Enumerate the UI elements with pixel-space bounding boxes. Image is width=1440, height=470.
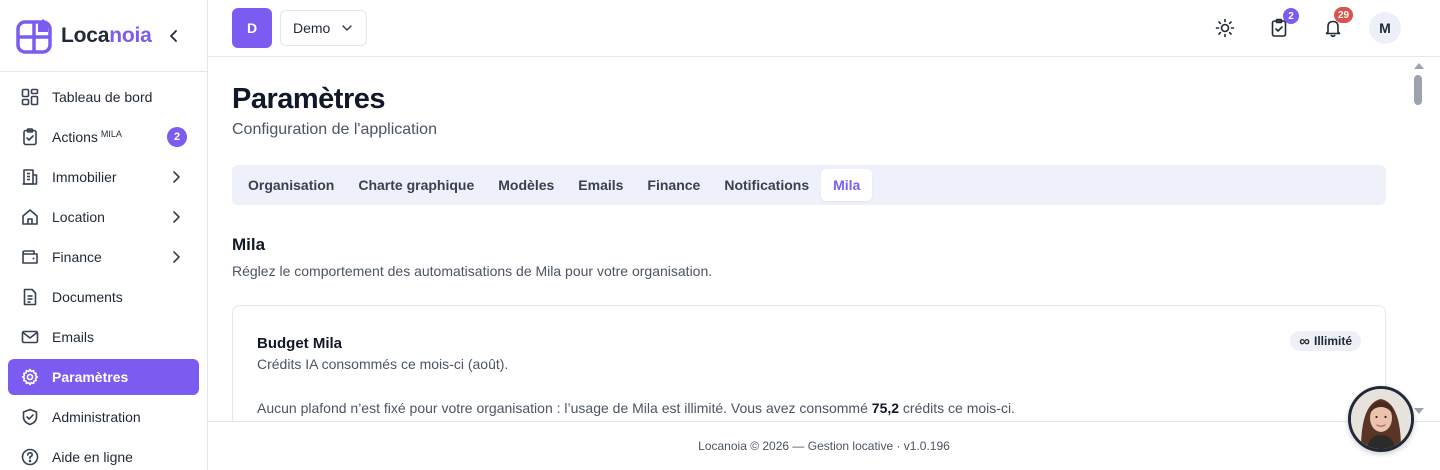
org-selector-value: Demo bbox=[293, 20, 331, 36]
sidebar-item-immobilier[interactable]: Immobilier bbox=[8, 159, 199, 195]
chevron-right-icon bbox=[173, 211, 180, 223]
sun-icon bbox=[1215, 18, 1235, 38]
org-avatar[interactable]: D bbox=[232, 8, 272, 48]
sidebar-item-label: Paramètres bbox=[52, 369, 129, 385]
sidebar-nav: Tableau de bord Actions MILA 2 Immobilier… bbox=[0, 72, 207, 470]
document-icon bbox=[20, 287, 40, 307]
chevron-down-icon bbox=[342, 25, 352, 31]
unlimited-badge: ∞ Illimité bbox=[1290, 331, 1361, 351]
page-title: Paramètres bbox=[232, 83, 386, 115]
topbar: D Demo 2 29 M bbox=[208, 0, 1440, 57]
sidebar-item-dashboard[interactable]: Tableau de bord bbox=[8, 79, 199, 115]
sidebar-item-label: Actions bbox=[52, 129, 98, 145]
building-icon bbox=[20, 167, 40, 187]
mila-superscript: MILA bbox=[100, 129, 122, 139]
infinity-icon: ∞ bbox=[1299, 332, 1310, 350]
tab-mila[interactable]: Mila bbox=[821, 169, 873, 201]
sidebar-item-finance[interactable]: Finance bbox=[8, 239, 199, 275]
tab-modeles[interactable]: Modèles bbox=[486, 169, 566, 201]
chevron-right-icon bbox=[173, 251, 180, 263]
main-scrollbar[interactable] bbox=[1410, 57, 1428, 421]
help-icon bbox=[20, 447, 40, 467]
card-title: Budget Mila bbox=[257, 335, 342, 352]
main-content: Paramètres Configuration de l'applicatio… bbox=[208, 57, 1410, 421]
brand-logo-icon bbox=[16, 18, 52, 54]
page-subtitle: Configuration de l'application bbox=[232, 121, 437, 138]
user-avatar[interactable]: M bbox=[1369, 12, 1401, 44]
card-subtitle: Crédits IA consommés ce mois-ci (août). bbox=[257, 356, 509, 372]
settings-tabs: Organisation Charte graphique Modèles Em… bbox=[232, 165, 1386, 205]
budget-card: Budget Mila Crédits IA consommés ce mois… bbox=[232, 305, 1386, 421]
clipboard-check-icon bbox=[20, 127, 40, 147]
footer: Locanoia © 2026 — Gestion locative · v1.… bbox=[208, 421, 1440, 470]
sidebar-item-documents[interactable]: Documents bbox=[8, 279, 199, 315]
assistant-avatar-button[interactable] bbox=[1348, 386, 1414, 452]
home-icon bbox=[20, 207, 40, 227]
sidebar-item-label: Tableau de bord bbox=[52, 89, 153, 105]
sidebar: Locanoia Tableau de bord Actions MILA 2 I… bbox=[0, 0, 208, 470]
sidebar-item-label: Administration bbox=[52, 409, 141, 425]
mail-icon bbox=[20, 327, 40, 347]
sidebar-item-label: Finance bbox=[52, 249, 102, 265]
sidebar-item-label: Emails bbox=[52, 329, 95, 345]
tab-charte-graphique[interactable]: Charte graphique bbox=[346, 169, 486, 201]
tab-notifications[interactable]: Notifications bbox=[712, 169, 821, 201]
sidebar-item-label: Location bbox=[52, 209, 105, 225]
shield-icon bbox=[20, 407, 40, 427]
unlimited-badge-label: Illimité bbox=[1313, 334, 1352, 348]
chevron-left-icon bbox=[170, 30, 177, 42]
sidebar-item-label: Immobilier bbox=[52, 169, 117, 185]
sidebar-item-emails[interactable]: Emails bbox=[8, 319, 199, 355]
brand: Locanoia bbox=[0, 0, 207, 72]
tab-organisation[interactable]: Organisation bbox=[236, 169, 346, 201]
gear-icon bbox=[20, 367, 40, 387]
consumed-credits: 75,2 bbox=[871, 400, 900, 416]
theme-toggle-button[interactable] bbox=[1213, 16, 1237, 40]
notifications-badge: 29 bbox=[1334, 7, 1354, 23]
sidebar-item-parametres[interactable]: Paramètres bbox=[8, 359, 199, 395]
scroll-down-arrow-icon[interactable] bbox=[1414, 408, 1424, 414]
tasks-badge: 2 bbox=[1283, 8, 1299, 24]
collapse-sidebar-button[interactable] bbox=[164, 26, 184, 46]
scroll-up-arrow-icon[interactable] bbox=[1414, 63, 1424, 69]
brand-name: Locanoia bbox=[61, 23, 152, 47]
sidebar-item-actions[interactable]: Actions MILA 2 bbox=[8, 119, 199, 155]
tab-finance[interactable]: Finance bbox=[635, 169, 712, 201]
sidebar-item-aide[interactable]: Aide en ligne bbox=[8, 439, 199, 470]
sidebar-item-location[interactable]: Location bbox=[8, 199, 199, 235]
actions-count-badge: 2 bbox=[167, 127, 187, 147]
section-description: Réglez le comportement des automatisatio… bbox=[232, 263, 713, 279]
sidebar-item-label: Documents bbox=[52, 289, 123, 305]
wallet-icon bbox=[20, 247, 40, 267]
dashboard-icon bbox=[20, 87, 40, 107]
card-body-text: Aucun plafond n’est fixé pour votre orga… bbox=[257, 400, 1015, 416]
tab-emails[interactable]: Emails bbox=[566, 169, 635, 201]
sidebar-item-administration[interactable]: Administration bbox=[8, 399, 199, 435]
chevron-right-icon bbox=[173, 171, 180, 183]
sidebar-item-label: Aide en ligne bbox=[52, 449, 133, 465]
section-title: Mila bbox=[232, 235, 266, 254]
org-selector[interactable]: Demo bbox=[280, 10, 367, 46]
assistant-portrait-icon bbox=[1351, 389, 1411, 449]
scroll-thumb[interactable] bbox=[1414, 75, 1422, 105]
